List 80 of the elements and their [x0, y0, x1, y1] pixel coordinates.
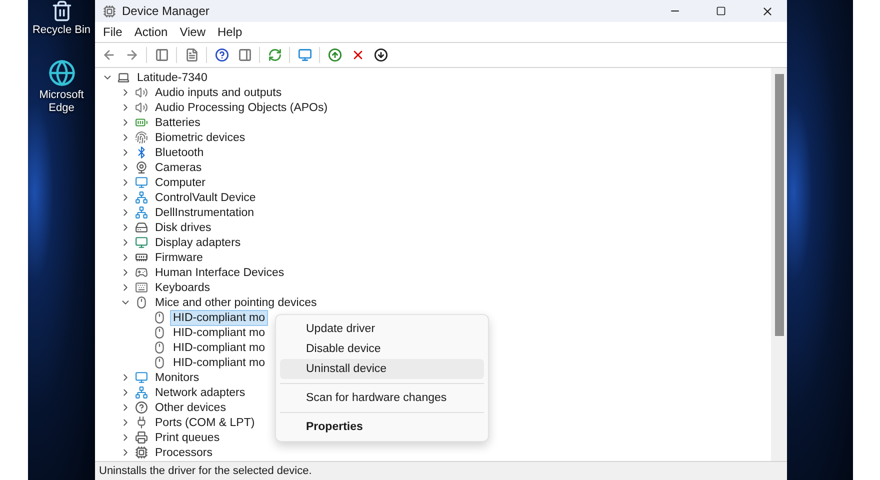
- network-icon: [135, 206, 148, 219]
- fingerprint-icon: [135, 131, 148, 144]
- help-icon: [214, 48, 228, 62]
- tree-item[interactable]: Computer: [152, 174, 208, 190]
- tree-item[interactable]: Biometric devices: [152, 130, 248, 146]
- laptop-icon: [117, 71, 130, 84]
- monitor-icon: [135, 236, 148, 249]
- cpu-icon: [135, 446, 148, 459]
- tree-item[interactable]: Audio inputs and outputs: [152, 84, 285, 100]
- tree-item[interactable]: ControlVault Device: [152, 190, 259, 206]
- network-icon: [135, 386, 148, 399]
- mouse-icon: [153, 341, 166, 354]
- bluetooth-icon: [135, 146, 148, 159]
- mouse-icon: [135, 296, 148, 309]
- scan-icon: [268, 48, 282, 62]
- scroll-thumb[interactable]: [774, 74, 784, 336]
- tree-item[interactable]: Human Interface Devices: [152, 264, 288, 280]
- tree-item[interactable]: Print queues: [152, 430, 223, 446]
- tree-item[interactable]: HID-compliant mo: [170, 310, 268, 326]
- desktop-icon-label[interactable]: Microsoft Edge: [32, 89, 92, 115]
- mouse-icon: [153, 311, 166, 324]
- keyboard-icon: [135, 281, 148, 294]
- network-icon: [135, 191, 148, 204]
- tree-item[interactable]: Bluetooth: [152, 144, 207, 160]
- globe-icon[interactable]: [48, 59, 76, 87]
- tree-item[interactable]: Disk drives: [152, 220, 214, 236]
- trash-icon[interactable]: [50, 0, 72, 22]
- monitor-icon: [298, 48, 312, 62]
- download-icon: [374, 48, 388, 62]
- tree-item[interactable]: Monitors: [152, 370, 202, 386]
- tree-item[interactable]: DellInstrumentation: [152, 204, 258, 220]
- document-icon: [184, 48, 198, 62]
- plug-icon: [135, 416, 148, 429]
- speaker-icon: [135, 86, 148, 99]
- menu-item[interactable]: View: [174, 23, 212, 41]
- maximize-icon: [716, 6, 726, 16]
- printer-icon: [135, 431, 148, 444]
- panel-icon: [238, 48, 252, 62]
- close-icon: [760, 4, 774, 18]
- monitor-icon: [135, 176, 148, 189]
- battery-icon: [135, 116, 148, 129]
- gamepad-icon: [135, 266, 148, 279]
- speaker-icon: [135, 101, 148, 114]
- chip-icon: [135, 251, 148, 264]
- tree-item[interactable]: HID-compliant mo: [170, 354, 268, 370]
- hard-drive-icon: [135, 221, 148, 234]
- forward-arrow-icon: [124, 48, 138, 62]
- tree-item[interactable]: Mice and other pointing devices: [152, 294, 320, 310]
- tree-item[interactable]: HID-compliant mo: [170, 324, 268, 340]
- menu-item[interactable]: Action: [128, 23, 174, 41]
- tree-item[interactable]: Audio Processing Objects (APOs): [152, 100, 331, 116]
- mouse-icon: [153, 356, 166, 369]
- tree-item[interactable]: HID-compliant mo: [170, 340, 268, 356]
- desktop-icon-label[interactable]: Recycle Bin: [32, 24, 92, 37]
- menu-item[interactable]: Update driver: [280, 319, 484, 339]
- upload-icon: [328, 48, 342, 62]
- tree-item[interactable]: Firmware: [152, 250, 206, 266]
- question-icon: [135, 401, 148, 414]
- tree-item[interactable]: Network adapters: [152, 384, 248, 400]
- menu-item[interactable]: Disable device: [280, 339, 484, 359]
- panel-icon: [154, 48, 168, 62]
- menu-item[interactable]: File: [97, 23, 128, 41]
- webcam-icon: [135, 161, 148, 174]
- tree-item[interactable]: Batteries: [152, 114, 204, 130]
- menu-item[interactable]: Scan for hardware changes: [280, 388, 484, 408]
- menu-item[interactable]: Uninstall device: [280, 359, 484, 379]
- tree-item[interactable]: Processors: [152, 444, 216, 460]
- tree-item[interactable]: Latitude-7340: [134, 70, 210, 86]
- menu-item[interactable]: Properties: [280, 417, 484, 437]
- scrollbar[interactable]: [771, 68, 787, 461]
- tree-item[interactable]: Display adapters: [152, 234, 244, 250]
- window-title: Device Manager: [122, 4, 210, 18]
- tree-item[interactable]: Other devices: [152, 400, 229, 416]
- tree-item[interactable]: Cameras: [152, 160, 205, 176]
- status-text: Uninstalls the driver for the selected device.: [99, 465, 312, 477]
- menu-item[interactable]: Help: [212, 23, 248, 41]
- tree-item[interactable]: Keyboards: [152, 280, 213, 296]
- monitor-icon: [135, 371, 148, 384]
- mouse-icon: [153, 326, 166, 339]
- tree-item[interactable]: Ports (COM & LPT): [152, 414, 258, 430]
